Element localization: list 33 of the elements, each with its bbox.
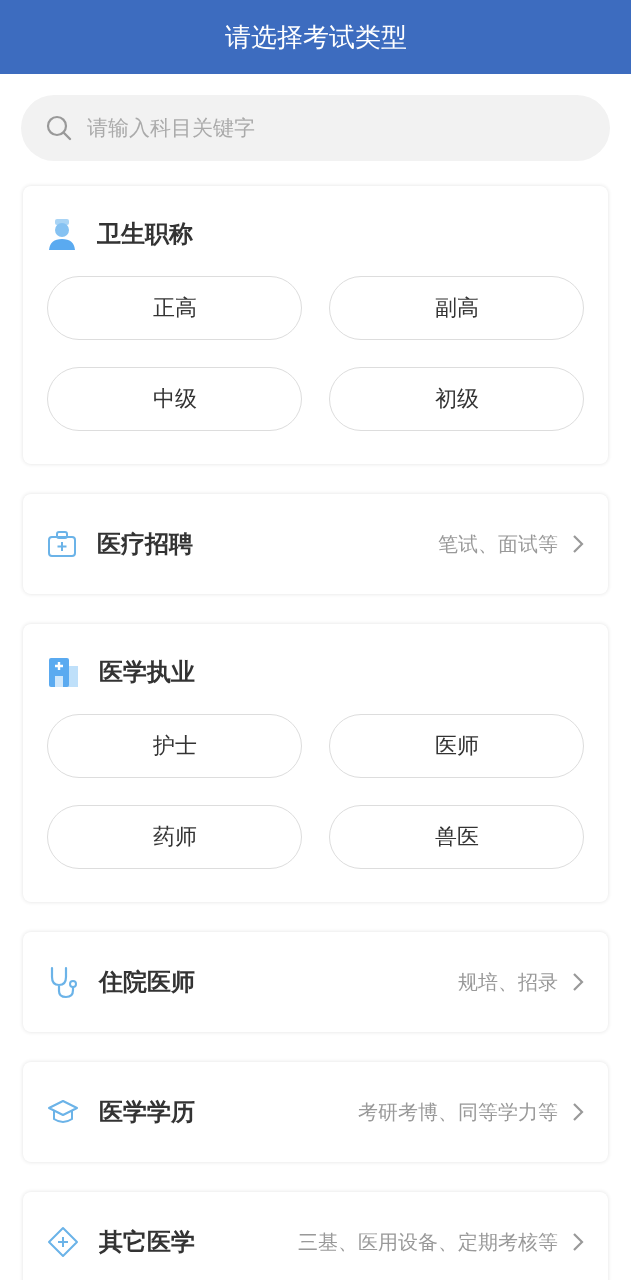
category-title: 医学执业	[99, 657, 195, 688]
option-button[interactable]: 初级	[329, 367, 584, 431]
chevron-right-icon	[572, 1102, 584, 1122]
category-hint: 考研考博、同等学力等	[358, 1098, 558, 1126]
category-hint: 规培、招录	[458, 968, 558, 996]
medical-kit-icon	[47, 529, 77, 559]
graduation-cap-icon	[47, 1098, 79, 1126]
hospital-icon	[47, 656, 79, 688]
category-title: 卫生职称	[97, 219, 193, 250]
option-button[interactable]: 医师	[329, 714, 584, 778]
page-title: 请选择考试类型	[224, 20, 407, 54]
category-link[interactable]: 医学学历 考研考博、同等学力等	[23, 1062, 608, 1162]
option-button[interactable]: 兽医	[329, 805, 584, 869]
option-button[interactable]: 中级	[47, 367, 302, 431]
chevron-right-icon	[572, 972, 584, 992]
option-button[interactable]: 正高	[47, 276, 302, 340]
category-hint: 笔试、面试等	[438, 530, 558, 558]
chevron-right-icon	[572, 534, 584, 554]
chevron-right-icon	[572, 1232, 584, 1252]
category-link[interactable]: 医疗招聘 笔试、面试等	[23, 494, 608, 594]
category-title: 其它医学	[99, 1227, 195, 1258]
category-hint: 三基、医用设备、定期考核等	[298, 1228, 558, 1256]
category-link[interactable]: 其它医学 三基、医用设备、定期考核等	[23, 1192, 608, 1280]
category-title: 医学学历	[99, 1097, 195, 1128]
category-title: 住院医师	[99, 967, 195, 998]
search-field[interactable]: 请输入科目关键字	[21, 95, 610, 161]
option-button[interactable]: 护士	[47, 714, 302, 778]
category-link[interactable]: 住院医师 规培、招录	[23, 932, 608, 1032]
nurse-icon	[47, 218, 77, 250]
option-button[interactable]: 药师	[47, 805, 302, 869]
category-title: 医疗招聘	[97, 529, 193, 560]
plus-diamond-icon	[47, 1226, 79, 1258]
option-button[interactable]: 副高	[329, 276, 584, 340]
